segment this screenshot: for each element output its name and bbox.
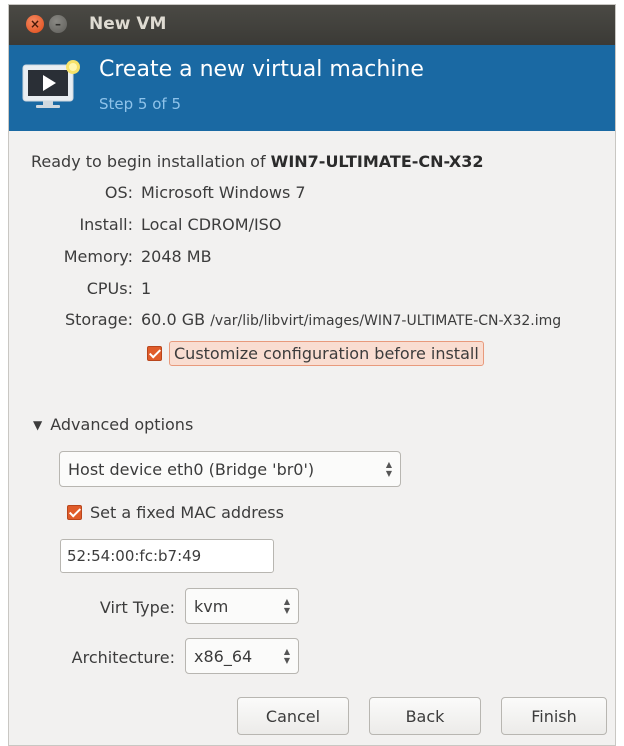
- ready-summary: Ready to begin installation of WIN7-ULTI…: [31, 152, 483, 171]
- storage-label: Storage:: [65, 310, 133, 329]
- customize-checkbox[interactable]: [147, 346, 162, 361]
- install-value: Local CDROM/ISO: [141, 215, 282, 234]
- minimize-icon[interactable]: –: [49, 15, 67, 33]
- fixed-mac-label[interactable]: Set a fixed MAC address: [90, 503, 284, 522]
- new-vm-window: × – New VM Create a new virtual machine …: [8, 4, 616, 746]
- architecture-select[interactable]: x86_64 ▲ ▼: [185, 638, 299, 674]
- cpus-value: 1: [141, 279, 152, 298]
- fixed-mac-checkbox-row[interactable]: Set a fixed MAC address: [67, 503, 284, 522]
- titlebar: × – New VM: [9, 5, 615, 45]
- virt-type-value: kvm: [194, 596, 229, 616]
- network-select[interactable]: Host device eth0 (Bridge 'br0') ▲ ▼: [59, 451, 401, 487]
- virt-type-select[interactable]: kvm ▲ ▼: [185, 588, 299, 624]
- spin-arrows-icon: ▲ ▼: [283, 647, 290, 665]
- storage-value: 60.0 GB /var/lib/libvirt/images/WIN7-ULT…: [141, 310, 561, 329]
- mac-address-input[interactable]: [60, 539, 274, 573]
- header-banner: Create a new virtual machine Step 5 of 5: [9, 45, 615, 131]
- back-button[interactable]: Back: [369, 697, 481, 735]
- wizard-title: Create a new virtual machine: [99, 57, 424, 82]
- os-value: Microsoft Windows 7: [141, 183, 306, 202]
- vm-name: WIN7-ULTIMATE-CN-X32: [270, 152, 484, 171]
- architecture-value: x86_64: [194, 646, 253, 666]
- virt-type-label: Virt Type:: [99, 598, 175, 617]
- memory-value: 2048 MB: [141, 247, 212, 266]
- close-icon[interactable]: ×: [26, 15, 44, 33]
- memory-label: Memory:: [63, 247, 133, 266]
- customize-checkbox-row[interactable]: Customize configuration before install: [147, 341, 484, 366]
- spin-arrows-icon: ▲ ▼: [283, 597, 290, 615]
- network-select-value: Host device eth0 (Bridge 'br0'): [68, 459, 315, 479]
- advanced-options-expander[interactable]: ▼ Advanced options: [33, 415, 193, 434]
- storage-path: /var/lib/libvirt/images/WIN7-ULTIMATE-CN…: [210, 313, 562, 329]
- triangle-down-icon[interactable]: ▼: [33, 418, 42, 432]
- vm-monitor-icon: [22, 60, 80, 108]
- cancel-button[interactable]: Cancel: [237, 697, 349, 735]
- spin-arrows-icon: ▲ ▼: [385, 460, 392, 478]
- cpus-label: CPUs:: [86, 279, 133, 298]
- os-label: OS:: [104, 183, 133, 202]
- customize-label[interactable]: Customize configuration before install: [169, 341, 484, 366]
- advanced-options-label[interactable]: Advanced options: [50, 415, 193, 434]
- ready-prefix: Ready to begin installation of: [31, 152, 271, 171]
- install-label: Install:: [79, 215, 133, 234]
- fixed-mac-checkbox[interactable]: [67, 505, 82, 520]
- window-title: New VM: [89, 14, 167, 34]
- architecture-label: Architecture:: [71, 648, 175, 667]
- finish-button[interactable]: Finish: [501, 697, 607, 735]
- storage-size: 60.0 GB: [141, 310, 206, 329]
- wizard-step: Step 5 of 5: [99, 95, 182, 113]
